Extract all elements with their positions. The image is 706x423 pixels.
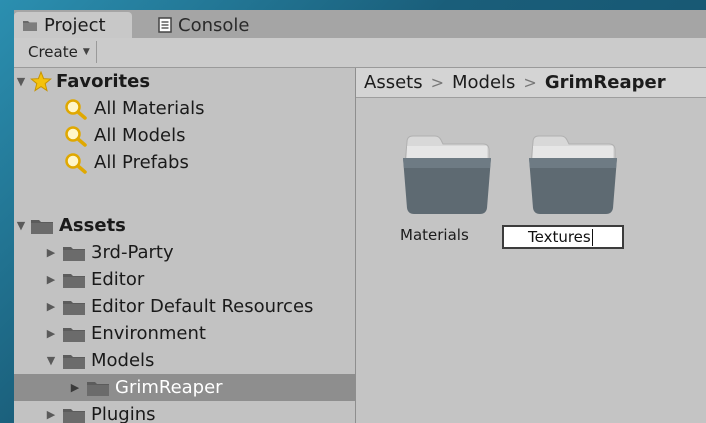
tree-folder-editor[interactable]: ▶ Editor	[14, 266, 355, 293]
tree-item-label: All Models	[94, 125, 186, 146]
collapsed-arrow-icon[interactable]: ▶	[44, 327, 58, 340]
breadcrumb-models[interactable]: Models	[452, 72, 515, 93]
chevron-right-icon: >	[430, 73, 444, 92]
folder-icon	[30, 217, 54, 235]
folder-icon	[62, 325, 86, 343]
folder-icon	[62, 271, 86, 289]
tree-assets[interactable]: ▼ Assets	[14, 212, 355, 239]
tree-folder-label: Models	[91, 350, 155, 371]
tree-folder-label: 3rd-Party	[91, 242, 174, 263]
tree-assets-label: Assets	[59, 215, 126, 236]
breadcrumb-assets[interactable]: Assets	[364, 72, 423, 93]
project-window: Project Console Create ▼ ▼ Favorites All…	[14, 10, 706, 423]
folder-icon	[62, 406, 86, 423]
collapsed-arrow-icon[interactable]: ▶	[44, 273, 58, 286]
tree-folder-environment[interactable]: ▶ Environment	[14, 320, 355, 347]
tree-folder-label: Environment	[91, 323, 206, 344]
tree-folder-label: GrimReaper	[115, 377, 223, 398]
expanded-arrow-icon[interactable]: ▼	[14, 219, 28, 232]
folder-icon	[401, 135, 493, 222]
console-icon	[158, 17, 172, 33]
folder-icon	[527, 135, 619, 222]
tree-item-all-prefabs[interactable]: All Prefabs	[14, 149, 355, 176]
folder-tree: ▼ Favorites All Materials All Models All…	[14, 68, 356, 423]
asset-label-materials: Materials	[400, 226, 469, 244]
tree-folder-grimreaper[interactable]: ▶ GrimReaper	[14, 374, 355, 401]
collapsed-arrow-icon[interactable]: ▶	[44, 408, 58, 421]
tree-favorites[interactable]: ▼ Favorites	[14, 68, 355, 95]
breadcrumb: Assets > Models > GrimReaper	[356, 68, 706, 98]
asset-folder-textures[interactable]	[518, 134, 628, 222]
tree-folder-plugins[interactable]: ▶ Plugins	[14, 401, 355, 423]
tree-item-all-materials[interactable]: All Materials	[14, 95, 355, 122]
tab-console[interactable]: Console	[150, 12, 270, 38]
collapsed-arrow-icon[interactable]: ▶	[44, 300, 58, 313]
tree-folder-models[interactable]: ▼ Models	[14, 347, 355, 374]
tree-folder-label: Editor Default Resources	[91, 296, 314, 317]
tree-item-all-models[interactable]: All Models	[14, 122, 355, 149]
asset-folder-materials[interactable]	[392, 134, 502, 222]
tree-folder-label: Editor	[91, 269, 145, 290]
tab-strip: Project Console	[14, 10, 706, 38]
asset-browser: Assets > Models > GrimReaper Materials T…	[356, 68, 706, 423]
folder-icon	[62, 298, 86, 316]
tree-item-label: All Materials	[94, 98, 205, 119]
tree-folder-3rd-party[interactable]: ▶ 3rd-Party	[14, 239, 355, 266]
tab-project-label: Project	[44, 14, 106, 36]
tree-folder-editor-default-resources[interactable]: ▶ Editor Default Resources	[14, 293, 355, 320]
dropdown-caret-icon: ▼	[82, 47, 90, 57]
collapsed-arrow-icon[interactable]: ▶	[68, 381, 82, 394]
breadcrumb-grimreaper[interactable]: GrimReaper	[545, 72, 666, 93]
rename-input-textures[interactable]: Textures	[502, 225, 624, 249]
expanded-arrow-icon[interactable]: ▼	[44, 354, 58, 367]
create-button[interactable]: Create ▼	[22, 41, 97, 63]
collapsed-arrow-icon[interactable]: ▶	[44, 246, 58, 259]
tree-folder-label: Plugins	[91, 404, 156, 423]
search-icon	[64, 98, 90, 120]
tree-item-label: All Prefabs	[94, 152, 189, 173]
text-cursor	[591, 228, 593, 246]
rename-input-value: Textures	[528, 228, 591, 246]
search-icon	[64, 125, 90, 147]
create-button-label: Create	[28, 43, 78, 61]
chevron-right-icon: >	[523, 73, 537, 92]
star-icon	[30, 71, 52, 92]
folder-icon	[62, 244, 86, 262]
expanded-arrow-icon[interactable]: ▼	[14, 75, 28, 88]
tab-project[interactable]: Project	[14, 12, 132, 38]
folder-icon	[62, 352, 86, 370]
tree-favorites-label: Favorites	[56, 71, 151, 92]
folder-icon	[86, 379, 110, 397]
project-toolbar: Create ▼	[14, 38, 706, 68]
folder-tab-icon	[22, 19, 38, 32]
search-icon	[64, 152, 90, 174]
tab-console-label: Console	[178, 14, 250, 36]
